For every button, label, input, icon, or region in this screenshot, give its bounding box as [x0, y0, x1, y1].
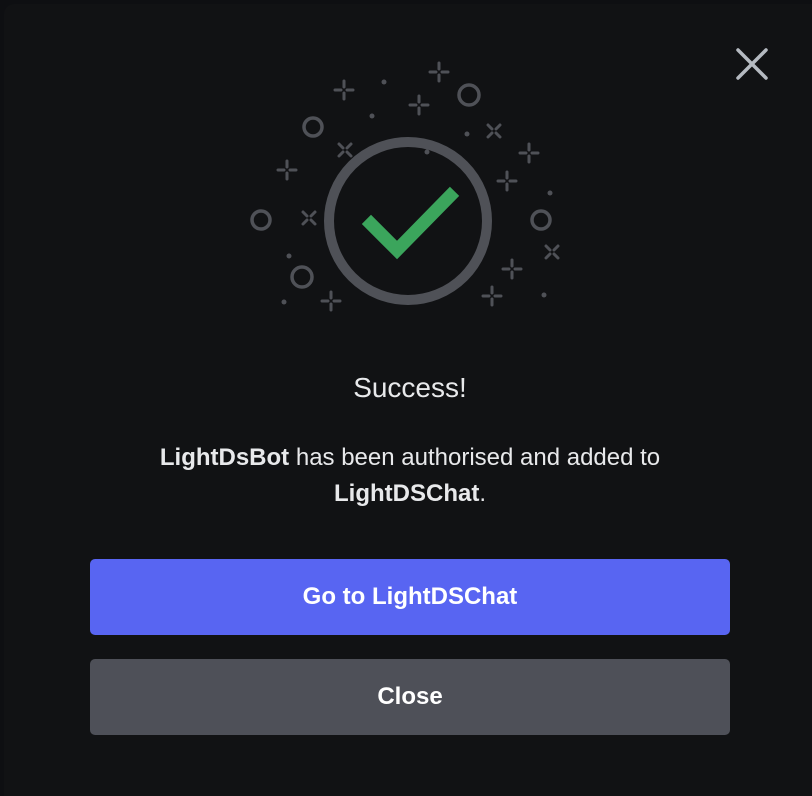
success-checkmark-icon: [250, 61, 560, 312]
close-icon[interactable]: [732, 44, 776, 88]
dialog-title: Success!: [353, 372, 467, 403]
success-dialog: Success! LightDsBot has been authorised …: [4, 4, 812, 796]
go-to-server-label: Go to LightDSChat: [302, 583, 518, 610]
bot-name: LightDsBot: [159, 444, 290, 471]
go-to-server-button[interactable]: Go to LightDSChat: [90, 559, 730, 635]
server-name: LightDSChat: [334, 480, 480, 507]
success-illustration: [234, 44, 594, 334]
message-middle: has been authorised and added to: [289, 444, 661, 471]
close-button[interactable]: Close: [90, 659, 730, 735]
dialog-message: LightDsBot has been authorised and added…: [100, 440, 720, 512]
message-end: .: [479, 480, 486, 507]
close-button-label: Close: [377, 683, 443, 710]
